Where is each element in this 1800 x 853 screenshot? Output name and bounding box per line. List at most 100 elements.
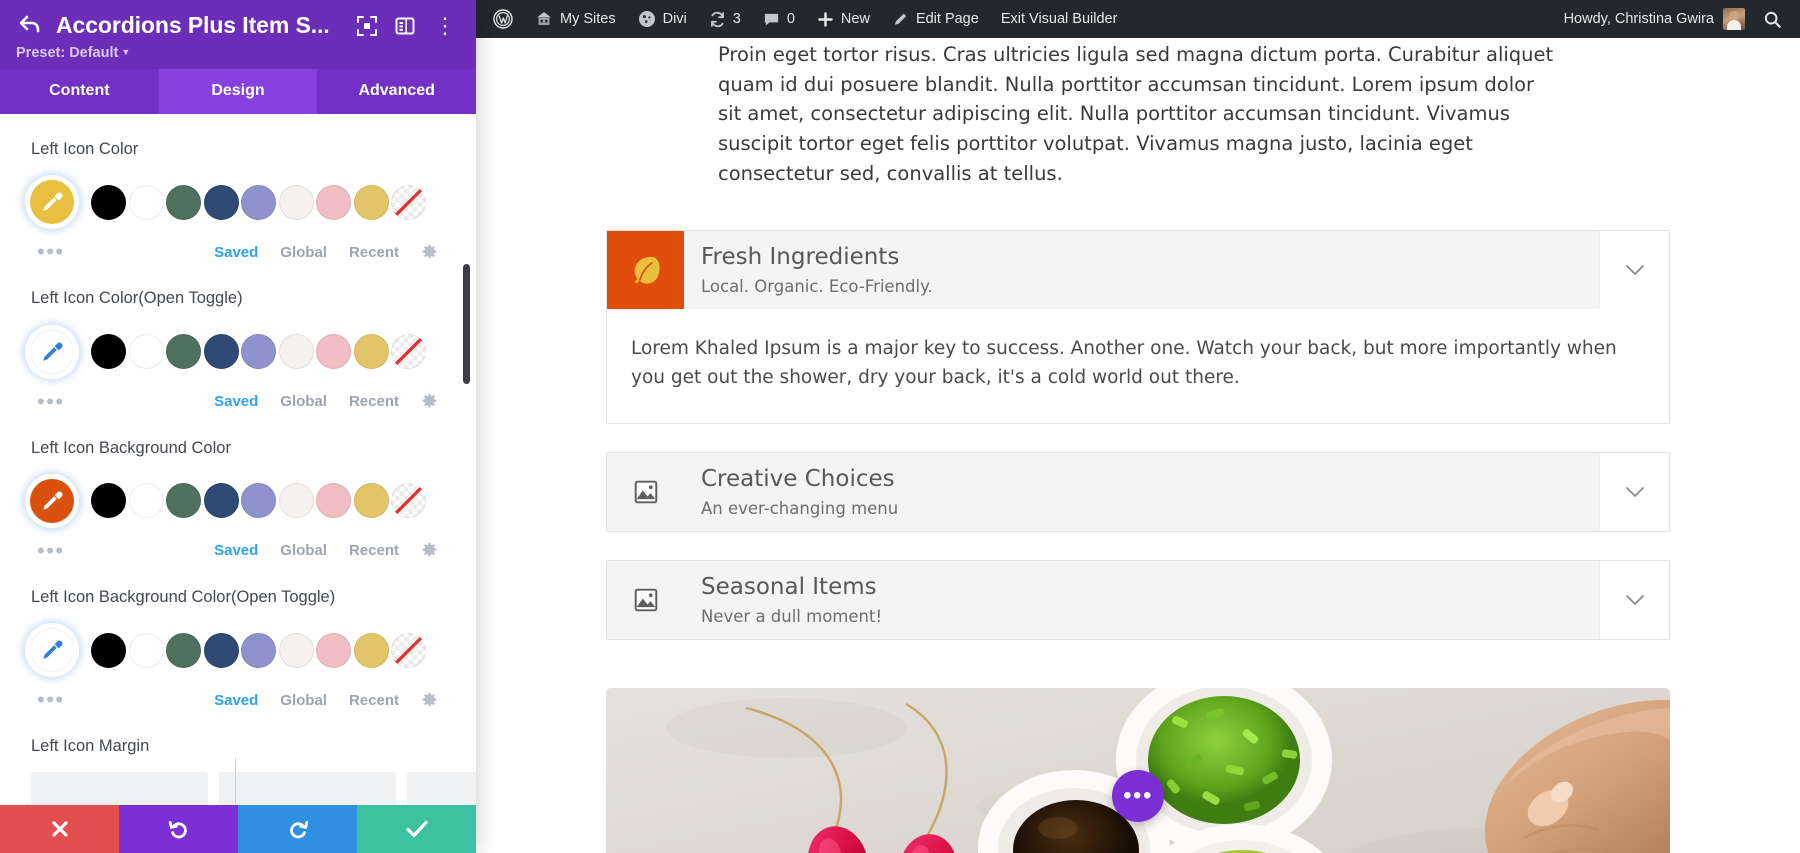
palette-swatch-2[interactable]	[166, 334, 201, 370]
panel-scroll-area: Left Icon Color ••• Saved Global Recent Left …	[0, 114, 476, 805]
margin-top-input[interactable]	[31, 772, 208, 805]
palette-swatch-6[interactable]	[316, 334, 351, 370]
adminbar-comments[interactable]: 0	[752, 0, 806, 38]
color-tab-global[interactable]: Global	[280, 542, 327, 559]
accordion-header[interactable]: Fresh Ingredients Local. Organic. Eco-Fri…	[607, 231, 1669, 310]
color-tab-global[interactable]: Global	[280, 692, 327, 709]
palette-swatch-4[interactable]	[241, 483, 276, 519]
tab-design[interactable]: Design	[158, 69, 318, 114]
palette-swatch-4[interactable]	[241, 334, 276, 370]
color-tab-saved[interactable]: Saved	[214, 692, 258, 709]
tab-content[interactable]: Content	[0, 69, 159, 114]
palette-swatch-1[interactable]	[128, 483, 164, 519]
selected-color-picker[interactable]	[25, 623, 79, 678]
accordion-toggle-button[interactable]	[1599, 231, 1669, 310]
gear-icon[interactable]	[421, 692, 438, 709]
tab-advanced[interactable]: Advanced	[317, 69, 476, 114]
back-arrow-icon[interactable]	[16, 14, 44, 38]
color-tab-saved[interactable]: Saved	[214, 244, 258, 261]
redo-button[interactable]	[238, 805, 357, 853]
palette-swatch-7[interactable]	[353, 632, 389, 668]
palette-swatch-5[interactable]	[278, 334, 314, 370]
palette-swatch-1[interactable]	[128, 184, 164, 220]
palette-swatch-2[interactable]	[166, 184, 201, 220]
module-settings-icon[interactable]: •••	[1112, 769, 1164, 822]
color-field-0: Left Icon Color ••• Saved Global Recent	[25, 138, 438, 263]
palette-swatch-0[interactable]	[91, 334, 126, 370]
color-more-options-icon[interactable]: •••	[37, 241, 65, 263]
selected-color-picker[interactable]	[25, 324, 79, 379]
margin-divider	[234, 758, 236, 805]
palette-swatch-4[interactable]	[241, 184, 276, 220]
accordion-toggle-button[interactable]	[1599, 453, 1669, 532]
color-tab-saved[interactable]: Saved	[214, 542, 258, 559]
color-tab-recent[interactable]: Recent	[349, 692, 399, 709]
adminbar-edit-page[interactable]: Edit Page	[881, 0, 990, 38]
adminbar-my-sites[interactable]: My Sites	[524, 0, 627, 38]
palette-swatch-1[interactable]	[128, 632, 164, 668]
color-tab-recent[interactable]: Recent	[349, 244, 399, 261]
focus-mode-icon[interactable]	[354, 13, 380, 39]
no-color-icon[interactable]	[391, 483, 426, 519]
panel-tabs: Content Design Advanced	[0, 69, 476, 114]
palette-swatch-2[interactable]	[166, 632, 201, 668]
palette-swatch-5[interactable]	[278, 483, 314, 519]
save-button[interactable]	[357, 805, 476, 853]
color-tab-global[interactable]: Global	[280, 244, 327, 261]
preset-selector[interactable]: Preset: Default ▼	[16, 45, 460, 61]
adminbar-divi[interactable]: Divi	[627, 0, 698, 38]
color-tab-global[interactable]: Global	[280, 393, 327, 410]
color-more-options-icon[interactable]: •••	[37, 390, 65, 413]
panel-more-menu-icon[interactable]: ⋮	[430, 14, 460, 37]
margin-right-input[interactable]	[219, 772, 396, 805]
panel-layout-icon[interactable]	[392, 13, 418, 39]
accordion-toggle-button[interactable]	[1599, 561, 1669, 640]
adminbar-new[interactable]: New	[806, 0, 881, 38]
palette-swatch-0[interactable]	[91, 483, 126, 519]
cancel-button[interactable]	[0, 805, 119, 853]
panel-scrollbar[interactable]	[463, 264, 470, 384]
palette-swatch-3[interactable]	[203, 632, 239, 668]
palette-swatch-6[interactable]	[316, 483, 351, 519]
palette-swatch-0[interactable]	[91, 632, 126, 668]
eyedropper-icon	[30, 180, 74, 225]
gear-icon[interactable]	[421, 244, 438, 261]
no-color-icon[interactable]	[391, 334, 426, 370]
palette-swatch-3[interactable]	[203, 334, 239, 370]
palette-swatch-5[interactable]	[278, 632, 314, 668]
color-more-options-icon[interactable]: •••	[37, 689, 65, 711]
color-more-options-icon[interactable]: •••	[37, 539, 65, 562]
selected-color-picker[interactable]	[25, 473, 79, 528]
color-tab-recent[interactable]: Recent	[349, 393, 399, 410]
palette-swatch-0[interactable]	[91, 184, 126, 220]
color-tab-saved[interactable]: Saved	[214, 393, 258, 410]
adminbar-exit-visual-builder[interactable]: Exit Visual Builder	[990, 0, 1129, 38]
search-icon[interactable]	[1755, 10, 1800, 29]
color-tab-recent[interactable]: Recent	[349, 542, 399, 559]
palette-swatch-7[interactable]	[353, 483, 389, 519]
adminbar-account[interactable]: Howdy, Christina Gwira	[1550, 8, 1755, 30]
palette-swatch-3[interactable]	[203, 184, 239, 220]
palette-swatch-7[interactable]	[353, 334, 389, 370]
accordion-header[interactable]: Creative Choices An ever-changing menu	[607, 453, 1669, 532]
selected-color-picker[interactable]	[25, 175, 79, 230]
undo-button[interactable]	[119, 805, 238, 853]
margin-bottom-input[interactable]	[407, 772, 476, 805]
palette-swatch-3[interactable]	[203, 483, 239, 519]
no-color-icon[interactable]	[391, 184, 426, 220]
palette-swatch-6[interactable]	[316, 632, 351, 668]
no-color-icon[interactable]	[391, 632, 426, 668]
palette-swatch-7[interactable]	[353, 184, 389, 220]
palette-swatch-5[interactable]	[278, 184, 314, 220]
color-swatch-row	[25, 623, 438, 678]
gear-icon[interactable]	[421, 393, 438, 410]
accordion-header[interactable]: Seasonal Items Never a dull moment!	[607, 561, 1669, 640]
palette-swatch-2[interactable]	[166, 483, 201, 519]
wordpress-logo-icon[interactable]	[482, 0, 524, 38]
palette-swatch-4[interactable]	[241, 632, 276, 668]
gear-icon[interactable]	[421, 542, 438, 559]
visual-builder-screen: Accordions Plus Item S... ⋮ Preset: Defa…	[0, 0, 1800, 853]
palette-swatch-6[interactable]	[316, 184, 351, 220]
adminbar-updates[interactable]: 3	[698, 0, 752, 38]
palette-swatch-1[interactable]	[128, 334, 164, 370]
